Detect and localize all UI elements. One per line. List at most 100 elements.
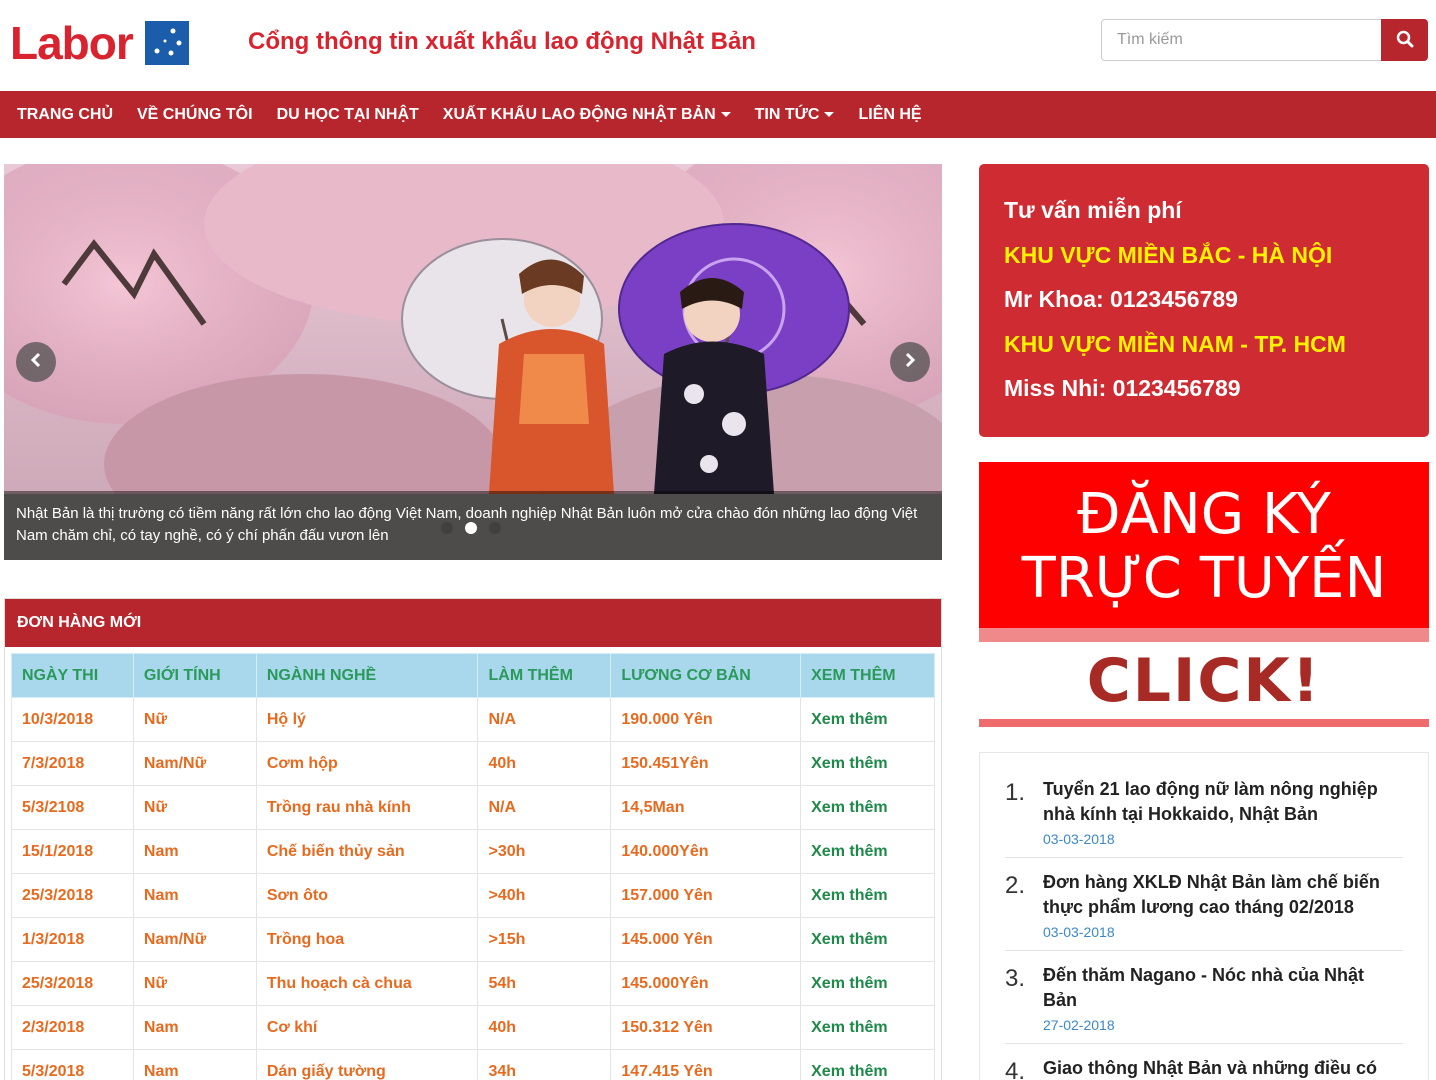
site-title: Cổng thông tin xuất khẩu lao động Nhật B… [248, 28, 756, 55]
chevron-left-icon [28, 352, 44, 373]
cell-exam-date: 5/3/2108 [11, 785, 134, 830]
cell-salary: 145.000 Yên [610, 917, 802, 962]
cell-exam-date: 10/3/2018 [11, 697, 134, 742]
news-date: 03-03-2018 [1043, 831, 1115, 847]
carousel-prev-button[interactable] [16, 342, 56, 382]
cell-overtime: N/A [477, 785, 612, 830]
cell-salary: 147.415 Yên [610, 1049, 802, 1080]
south-region-label: KHU VỰC MIỀN NAM - TP. HCM [1004, 330, 1346, 357]
cell-overtime: >15h [477, 917, 612, 962]
north-region-label: KHU VỰC MIỀN BẮC - HÀ NỘI [1004, 241, 1333, 268]
cell-gender: Nam [132, 873, 257, 918]
carousel-dot[interactable] [489, 522, 501, 534]
cell-occupation: Hộ lý [255, 697, 479, 742]
table-header-row: NGÀY THI GIỚI TÍNH NGÀNH NGHỀ LÀM THÊM L… [11, 653, 935, 698]
news-title-link[interactable]: Đơn hàng XKLĐ Nhật Bản làm chế biến thực… [1043, 870, 1403, 920]
column-header: NGÀNH NGHỀ [255, 653, 479, 698]
table-row: 7/3/2018 Nam/Nữ Cơm hộp 40h 150.451Yên X… [11, 741, 935, 786]
view-more-link[interactable]: Xem thêm [800, 785, 935, 830]
table-row: 2/3/2018 Nam Cơ khí 40h 150.312 Yên Xem … [11, 1005, 935, 1050]
nav-label: TRANG CHỦ [17, 105, 113, 123]
item-number: 2. [1005, 872, 1026, 899]
nav-item-contact[interactable]: LIÊN HỆ [846, 91, 933, 138]
item-number: 1. [1005, 779, 1026, 806]
carousel-dot-active[interactable] [465, 522, 477, 534]
view-more-link[interactable]: Xem thêm [800, 741, 935, 786]
cell-gender: Nữ [132, 961, 257, 1006]
cell-gender: Nam/Nữ [132, 741, 257, 786]
site-logo[interactable]: Labor [10, 20, 189, 66]
news-title-link[interactable]: Tuyển 21 lao động nữ làm nông nghiệp nhà… [1043, 777, 1403, 827]
south-contact: Miss Nhi: 0123456789 [1004, 375, 1241, 401]
cell-exam-date: 7/3/2018 [11, 741, 134, 786]
banner-line1: ĐĂNG KÝ [1077, 482, 1331, 547]
view-more-link[interactable]: Xem thêm [800, 873, 935, 918]
table-row: 5/3/2108 Nữ Trồng rau nhà kính N/A 14,5M… [11, 785, 935, 830]
cell-gender: Nam [132, 1005, 257, 1050]
news-title-link[interactable]: Giao thông Nhật Bản và những điều có thể [1043, 1056, 1403, 1080]
cell-gender: Nữ [132, 697, 257, 742]
banner-stripe [979, 628, 1429, 642]
table-row: 25/3/2018 Nam Sơn ôto >40h 157.000 Yên X… [11, 873, 935, 918]
logo-text: Labor [10, 17, 134, 69]
cell-exam-date: 2/3/2018 [11, 1005, 134, 1050]
news-title-link[interactable]: Đến thăm Nagano - Nóc nhà của Nhật Bản [1043, 963, 1403, 1013]
view-more-link[interactable]: Xem thêm [800, 697, 935, 742]
table-row: 10/3/2018 Nữ Hộ lý N/A 190.000 Yên Xem t… [11, 697, 935, 742]
view-more-link[interactable]: Xem thêm [800, 829, 935, 874]
list-item: 1. Tuyển 21 lao động nữ làm nông nghiệp … [1005, 777, 1403, 858]
chevron-right-icon [902, 352, 918, 373]
cell-exam-date: 1/3/2018 [11, 917, 134, 962]
nav-item-about[interactable]: VỀ CHÚNG TÔI [125, 91, 265, 138]
cell-salary: 150.451Yên [610, 741, 802, 786]
north-contact: Mr Khoa: 0123456789 [1004, 286, 1238, 312]
cell-gender: Nam/Nữ [132, 917, 257, 962]
table-row: 1/3/2018 Nam/Nữ Trồng hoa >15h 145.000 Y… [11, 917, 935, 962]
banner-line2: TRỰC TUYẾN [1021, 546, 1387, 611]
column-header: XEM THÊM [800, 653, 935, 698]
view-more-link[interactable]: Xem thêm [800, 1005, 935, 1050]
hero-carousel[interactable]: Nhật Bản là thị trường có tiềm năng rất … [4, 164, 942, 560]
nav-label: TIN TỨC [754, 105, 820, 123]
list-item: 2. Đơn hàng XKLĐ Nhật Bản làm chế biến t… [1005, 870, 1403, 951]
consult-title: Tư vấn miễn phí [1004, 197, 1182, 223]
search-icon [1396, 30, 1414, 51]
cell-overtime: >40h [477, 873, 612, 918]
cell-salary: 157.000 Yên [610, 873, 802, 918]
nav-label: XUẤT KHẨU LAO ĐỘNG NHẬT BẢN [442, 105, 716, 123]
panel-heading: ĐƠN HÀNG MỚI [5, 599, 941, 647]
carousel-dot[interactable] [441, 522, 453, 534]
nav-item-home[interactable]: TRANG CHỦ [5, 91, 125, 138]
banner-stripe [979, 719, 1429, 727]
cell-overtime: 54h [477, 961, 612, 1006]
view-more-link[interactable]: Xem thêm [800, 961, 935, 1006]
view-more-link[interactable]: Xem thêm [800, 1049, 935, 1080]
cell-gender: Nam [132, 829, 257, 874]
cell-overtime: >30h [477, 829, 612, 874]
view-more-link[interactable]: Xem thêm [800, 917, 935, 962]
item-number: 4. [1005, 1058, 1026, 1080]
search-input[interactable] [1101, 19, 1381, 61]
table-row: 15/1/2018 Nam Chế biến thủy sản >30h 140… [11, 829, 935, 874]
new-orders-panel: ĐƠN HÀNG MỚI NGÀY THI GIỚI TÍNH NGÀNH NG… [4, 598, 942, 1080]
carousel-next-button[interactable] [890, 342, 930, 382]
online-register-banner[interactable]: ĐĂNG KÝ TRỰC TUYẾN CLICK! [979, 462, 1429, 727]
cell-occupation: Trồng hoa [255, 917, 479, 962]
search-button[interactable] [1381, 19, 1428, 61]
carousel-indicators [441, 522, 501, 534]
nav-item-news[interactable]: TIN TỨC [743, 91, 847, 138]
nav-item-labor-export[interactable]: XUẤT KHẨU LAO ĐỘNG NHẬT BẢN [431, 91, 743, 138]
cell-occupation: Trồng rau nhà kính [255, 785, 479, 830]
nav-item-study-abroad[interactable]: DU HỌC TẠI NHẬT [265, 91, 431, 138]
free-consult-box: Tư vấn miễn phí KHU VỰC MIỀN BẮC - HÀ NỘ… [979, 164, 1429, 437]
cell-overtime: 40h [477, 741, 612, 786]
cell-gender: Nữ [132, 785, 257, 830]
list-item: 3. Đến thăm Nagano - Nóc nhà của Nhật Bả… [1005, 963, 1403, 1044]
search-bar [1101, 19, 1428, 61]
cell-occupation: Thu hoạch cà chua [255, 961, 479, 1006]
nav-label: DU HỌC TẠI NHẬT [276, 105, 419, 123]
news-date: 27-02-2018 [1043, 1017, 1115, 1033]
cell-occupation: Chế biến thủy sản [255, 829, 479, 874]
nav-label: LIÊN HỆ [858, 105, 922, 123]
site-header: Labor Cổng thông tin xuất khẩu lao động … [0, 0, 1436, 91]
